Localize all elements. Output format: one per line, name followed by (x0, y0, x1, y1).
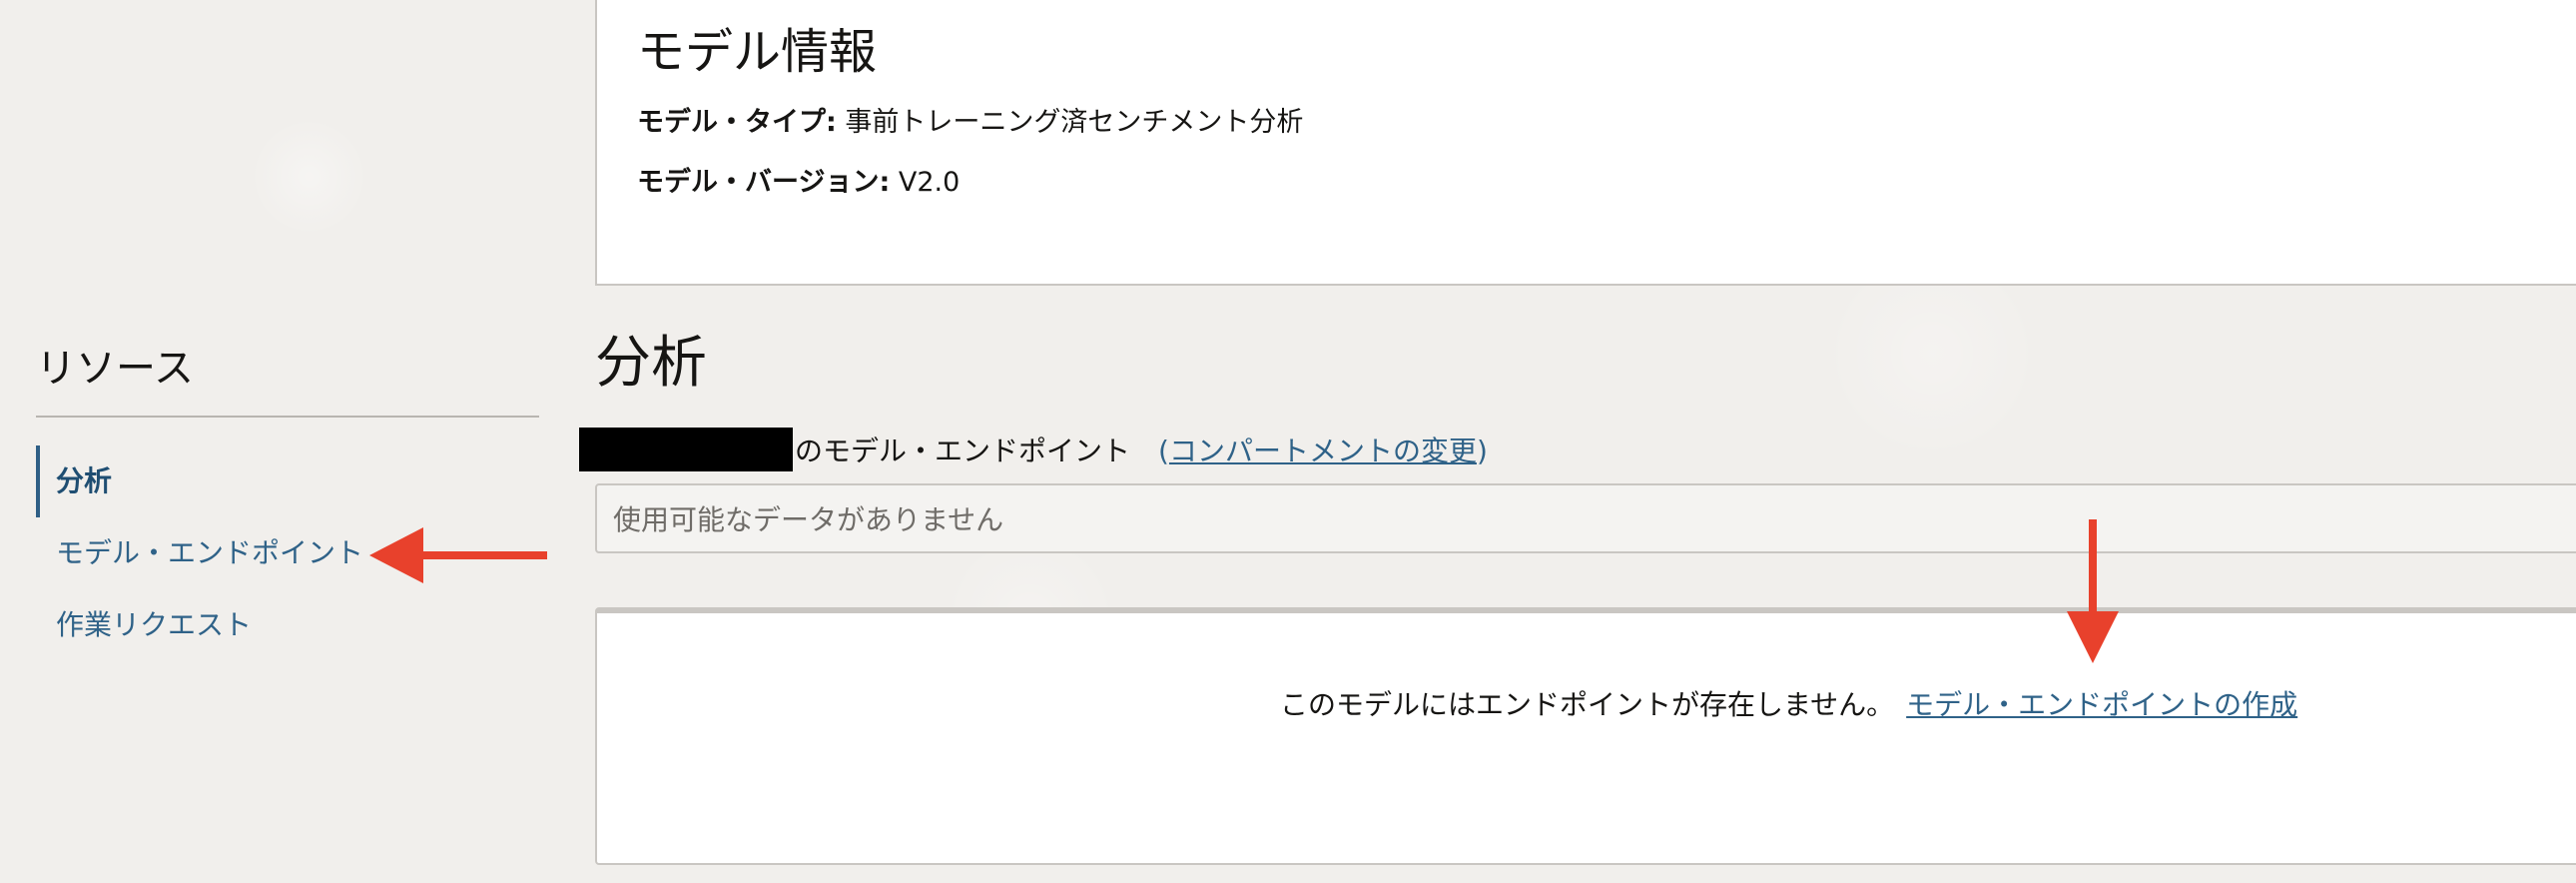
model-type-label: モデル・タイプ: (637, 107, 837, 138)
model-version-label: モデル・バージョン: (637, 167, 891, 198)
change-compartment-link-wrapper: (コンパートメントの変更) (1158, 430, 1488, 469)
empty-endpoint-text: このモデルにはエンドポイントが存在しません。 (1280, 688, 1895, 721)
change-compartment-paren-open: ( (1158, 435, 1169, 467)
change-compartment-paren-close: ) (1476, 435, 1488, 467)
create-model-endpoint-link[interactable]: モデル・エンドポイントの作成 (1906, 688, 2297, 721)
model-type-value: 事前トレーニング済センチメント分析 (845, 107, 1304, 138)
model-type-row: モデル・タイプ: 事前トレーニング済センチメント分析 (637, 100, 1303, 139)
sidebar-divider (36, 416, 539, 418)
model-version-value: V2.0 (898, 167, 961, 198)
sidebar-resource-list: 分析 モデル・エンドポイント 作業リクエスト (36, 445, 539, 661)
sidebar-title: リソース (36, 346, 194, 392)
endpoint-data-select[interactable]: 使用可能なデータがありません (595, 483, 2576, 553)
redacted-compartment-name (579, 428, 793, 471)
sidebar-item-analysis[interactable]: 分析 (36, 445, 539, 517)
model-version-row: モデル・バージョン: V2.0 (637, 160, 960, 199)
change-compartment-link[interactable]: コンパートメントの変更 (1169, 435, 1477, 467)
compartment-endpoints-label: のモデル・エンドポイント (795, 435, 1131, 467)
sidebar-item-model-endpoints[interactable]: モデル・エンドポイント (36, 517, 539, 589)
model-info-title: モデル情報 (637, 24, 878, 80)
model-info-panel: モデル情報 モデル・タイプ: 事前トレーニング済センチメント分析 モデル・バージ… (595, 0, 2576, 286)
sidebar-item-work-requests[interactable]: 作業リクエスト (36, 589, 539, 661)
empty-endpoint-message: このモデルにはエンドポイントが存在しません。 モデル・エンドポイントの作成 (1280, 683, 2297, 723)
endpoint-empty-panel: このモデルにはエンドポイントが存在しません。 モデル・エンドポイントの作成 (595, 607, 2576, 865)
analysis-section-title: 分析 (595, 331, 707, 396)
endpoint-data-placeholder: 使用可能なデータがありません (613, 503, 1004, 536)
compartment-row: のモデル・エンドポイント (コンパートメントの変更) (579, 428, 1488, 471)
